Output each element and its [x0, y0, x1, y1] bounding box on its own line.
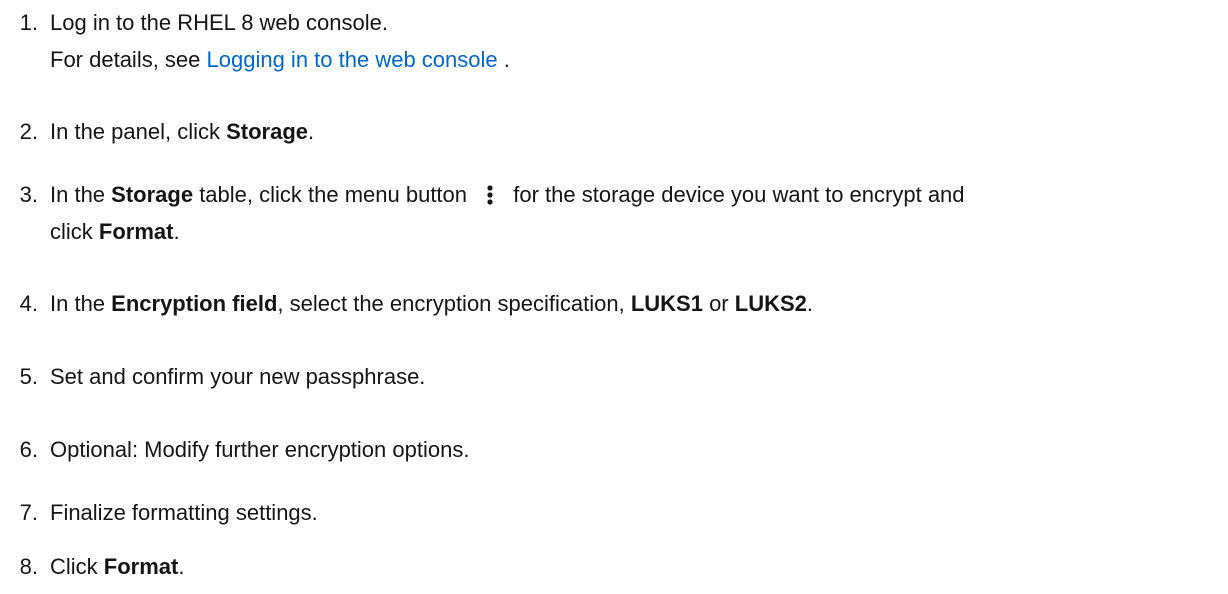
- text-fragment: .: [173, 219, 180, 244]
- text-fragment: or: [702, 291, 735, 316]
- step-text: Log in to the RHEL 8 web console.: [50, 10, 388, 35]
- text-fragment: table, click the menu button: [193, 182, 474, 207]
- detail-suffix: .: [497, 47, 510, 72]
- step-text: In the Encryption field, select the encr…: [50, 285, 1220, 322]
- ui-term-luks1: LUKS1: [630, 291, 703, 316]
- text-fragment: .: [178, 554, 185, 579]
- text-fragment: click: [50, 219, 99, 244]
- step-text: Set and confirm your new passphrase.: [50, 364, 426, 389]
- step-body: Log in to the RHEL 8 web console. For de…: [50, 4, 1220, 78]
- step-body: In the panel, click Storage.: [50, 113, 1220, 150]
- ui-term-format: Format: [98, 219, 174, 244]
- step-number: 1.: [19, 10, 38, 35]
- kebab-icon-graphic: [487, 185, 493, 205]
- step-text-line-2: click Format.: [50, 213, 1220, 250]
- step-number: 3.: [19, 182, 38, 207]
- step-body: In the Storage table, click the menu but…: [50, 176, 1220, 250]
- ui-term-encryption-field: Encryption field: [111, 291, 278, 316]
- step-body: Set and confirm your new passphrase.: [50, 358, 1220, 395]
- step-number: 5.: [19, 364, 38, 389]
- step-text: Finalize formatting settings.: [50, 500, 318, 525]
- text-fragment: for the storage device you want to encry…: [507, 182, 965, 207]
- logging-in-link[interactable]: Logging in to the web console: [207, 47, 498, 72]
- text-fragment: .: [806, 291, 813, 316]
- text-fragment: , select the encryption specification,: [277, 291, 631, 316]
- step-body: Optional: Modify further encryption opti…: [50, 431, 1220, 468]
- ui-term-luks2: LUKS2: [734, 291, 807, 316]
- step-body: In the Encryption field, select the encr…: [50, 285, 1220, 322]
- text-fragment: In the: [50, 291, 112, 316]
- procedure-page: 1. Log in to the RHEL 8 web console. For…: [0, 0, 1228, 594]
- text-fragment: In the: [50, 182, 112, 207]
- text-fragment: In the panel, click: [50, 119, 227, 144]
- step-text: Click Format.: [50, 548, 1220, 585]
- step-number: 4.: [19, 291, 38, 316]
- step-text: In the panel, click Storage.: [50, 113, 1220, 150]
- kebab-icon: [473, 176, 507, 213]
- step-detail: For details, see Logging in to the web c…: [50, 41, 1220, 78]
- ui-term-storage: Storage: [226, 119, 309, 144]
- step-number: 7.: [19, 500, 38, 525]
- ui-term-format: Format: [103, 554, 179, 579]
- text-fragment: .: [308, 119, 315, 144]
- step-body: Click Format.: [50, 548, 1220, 585]
- text-fragment: Click: [50, 554, 104, 579]
- step-text: In the Storage table, click the menu but…: [50, 176, 1220, 213]
- step-number: 8.: [19, 554, 38, 579]
- ui-term-storage: Storage: [111, 182, 194, 207]
- detail-prefix: For details, see: [50, 47, 207, 72]
- step-number: 6.: [19, 437, 38, 462]
- step-body: Finalize formatting settings.: [50, 494, 1220, 531]
- step-number: 2.: [19, 119, 38, 144]
- step-text: Optional: Modify further encryption opti…: [50, 437, 470, 462]
